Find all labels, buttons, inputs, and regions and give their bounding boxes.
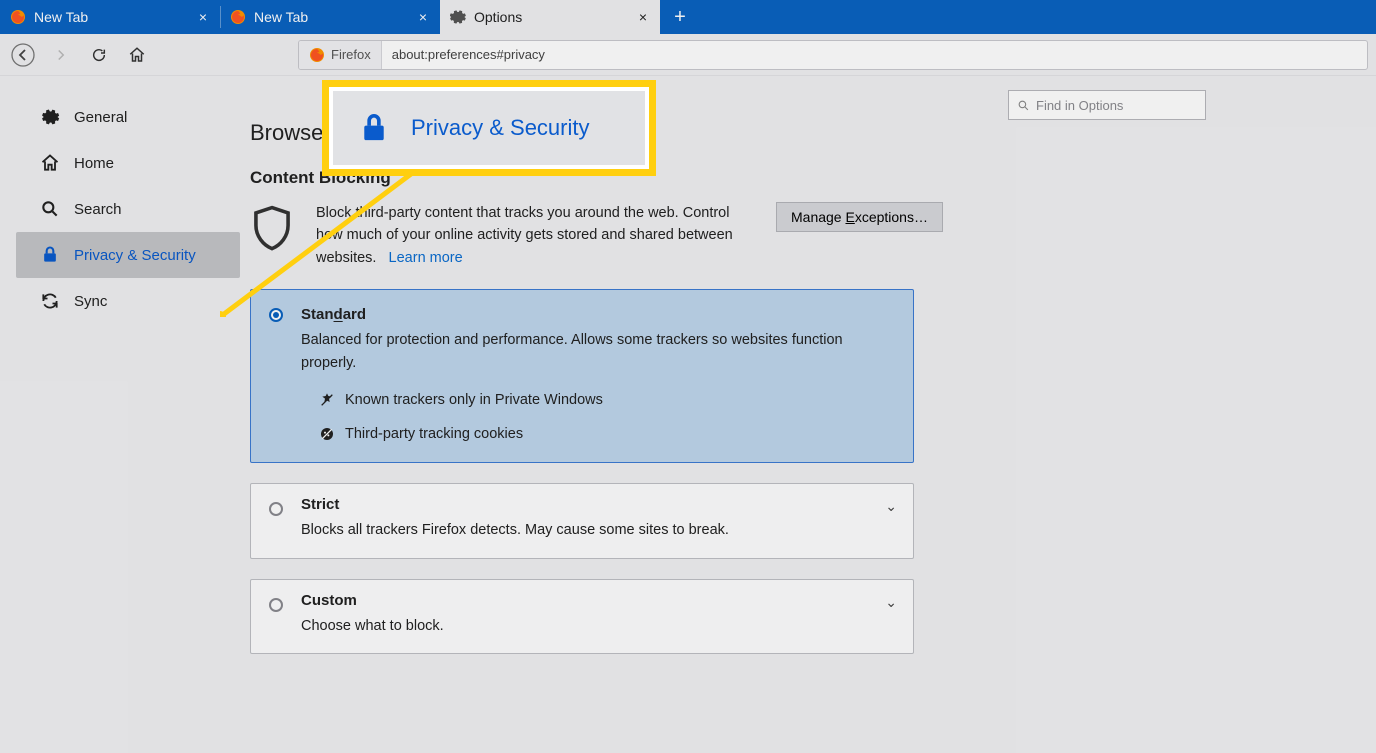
gear-icon [40, 107, 60, 127]
sidebar-item-label: Search [74, 201, 122, 218]
home-button[interactable] [122, 40, 152, 70]
sidebar-item-label: Home [74, 155, 114, 172]
main-content: Find in Options Browser Privacy Content … [240, 76, 1376, 753]
search-placeholder: Find in Options [1036, 98, 1123, 113]
tab-new-tab-1[interactable]: New Tab × [0, 0, 220, 34]
firefox-icon [10, 9, 26, 25]
close-icon[interactable]: × [416, 10, 430, 24]
toolbar: Firefox about:preferences#privacy [0, 34, 1376, 76]
learn-more-link[interactable]: Learn more [389, 250, 463, 266]
sidebar: General Home Search Privacy & Security S… [0, 76, 240, 753]
search-icon [40, 199, 60, 219]
page: General Home Search Privacy & Security S… [0, 76, 1376, 753]
sidebar-item-privacy[interactable]: Privacy & Security [16, 232, 240, 278]
card-desc-custom: Choose what to block. [301, 615, 891, 637]
callout-privacy-security: Privacy & Security [322, 80, 656, 176]
bullet-third-party-cookies: Third-party tracking cookies [319, 426, 891, 442]
content-blocking-header: Block third-party content that tracks yo… [250, 202, 1336, 269]
tab-label: New Tab [254, 9, 308, 25]
reload-button[interactable] [84, 40, 114, 70]
options-search-input[interactable]: Find in Options [1008, 90, 1206, 120]
chevron-down-icon[interactable]: ⌄ [885, 498, 897, 515]
firefox-icon [230, 9, 246, 25]
card-desc-standard: Balanced for protection and performance.… [301, 329, 891, 374]
card-title-custom: Custom [301, 592, 891, 609]
radio-standard[interactable] [269, 308, 283, 322]
forward-button[interactable] [46, 40, 76, 70]
sidebar-item-search[interactable]: Search [24, 186, 240, 232]
sidebar-item-general[interactable]: General [24, 94, 240, 140]
cookie-icon [319, 426, 335, 442]
sidebar-item-label: Privacy & Security [74, 247, 196, 264]
home-icon [40, 153, 60, 173]
manage-exceptions-button[interactable]: Manage Exceptions… [776, 202, 943, 232]
tab-options[interactable]: Options × [440, 0, 660, 34]
lock-icon [359, 111, 389, 145]
sidebar-item-label: Sync [74, 293, 107, 310]
url-text: about:preferences#privacy [382, 47, 555, 62]
shield-icon [250, 204, 294, 254]
url-bar[interactable]: Firefox about:preferences#privacy [298, 40, 1368, 70]
sidebar-item-home[interactable]: Home [24, 140, 240, 186]
sync-icon [40, 291, 60, 311]
bullet-known-trackers: Known trackers only in Private Windows [319, 392, 891, 408]
sidebar-item-sync[interactable]: Sync [24, 278, 240, 324]
gear-icon [450, 9, 466, 25]
radio-strict[interactable] [269, 502, 283, 516]
content-blocking-strict[interactable]: ⌄ Strict Blocks all trackers Firefox det… [250, 483, 914, 558]
content-blocking-standard[interactable]: Standard Balanced for protection and per… [250, 289, 914, 463]
tab-new-tab-2[interactable]: New Tab × [220, 0, 440, 34]
urlbar-brand-segment: Firefox [299, 41, 382, 69]
lock-icon [40, 245, 60, 265]
chevron-down-icon[interactable]: ⌄ [885, 594, 897, 611]
new-tab-button[interactable]: + [660, 0, 700, 34]
card-desc-strict: Blocks all trackers Firefox detects. May… [301, 519, 891, 541]
firefox-icon [309, 47, 325, 63]
card-title-strict: Strict [301, 496, 891, 513]
tab-strip: New Tab × New Tab × Options × + [0, 0, 1376, 34]
radio-custom[interactable] [269, 598, 283, 612]
content-blocking-custom[interactable]: ⌄ Custom Choose what to block. [250, 579, 914, 654]
card-title-standard: Standard [301, 306, 891, 323]
urlbar-brand: Firefox [331, 47, 371, 62]
trackers-icon [319, 392, 335, 408]
back-button[interactable] [8, 40, 38, 70]
close-icon[interactable]: × [636, 10, 650, 24]
callout-label: Privacy & Security [411, 115, 590, 141]
tab-label: Options [474, 9, 522, 25]
content-blocking-description: Block third-party content that tracks yo… [316, 202, 746, 269]
tab-label: New Tab [34, 9, 88, 25]
close-icon[interactable]: × [196, 10, 210, 24]
sidebar-item-label: General [74, 109, 127, 126]
